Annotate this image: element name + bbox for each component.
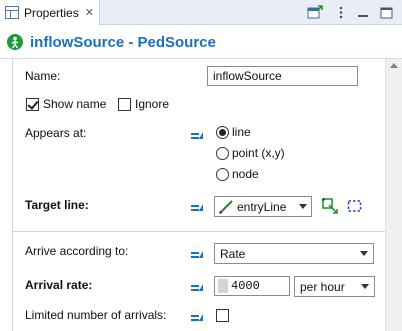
- target-line-value: entryLine: [237, 199, 287, 214]
- limited-arrivals-label: Limited number of arrivals:: [25, 308, 167, 322]
- scroll-up-icon[interactable]: [390, 63, 398, 68]
- maximize-button[interactable]: [378, 4, 394, 21]
- arrival-rate-value: 4000: [231, 279, 260, 293]
- radio-node[interactable]: [216, 168, 229, 181]
- line-shape-icon: [219, 199, 233, 214]
- dashed-selection-icon: [347, 200, 362, 212]
- ignore-checkbox[interactable]: [118, 98, 131, 111]
- minimize-icon: [358, 14, 368, 17]
- name-field[interactable]: inflowSource: [207, 66, 358, 86]
- static-value-icon[interactable]: [191, 201, 203, 211]
- tab-properties[interactable]: Properties ✕: [0, 0, 100, 25]
- vertical-scrollbar[interactable]: [385, 59, 402, 331]
- section-divider: [13, 231, 386, 232]
- arrive-according-dropdown[interactable]: Rate: [214, 243, 374, 264]
- pedestrian-icon: [7, 34, 23, 50]
- ignore-label: Ignore: [135, 97, 170, 111]
- chevron-down-icon: [361, 284, 369, 289]
- radio-line-label: line: [232, 125, 251, 139]
- show-name-label: Show name: [43, 97, 107, 111]
- static-value-icon[interactable]: [191, 281, 203, 291]
- vertical-dots-icon: [339, 6, 343, 19]
- select-area-button[interactable]: [347, 199, 363, 215]
- rate-unit-value: per hour: [300, 279, 345, 294]
- limited-arrivals-checkbox[interactable]: [216, 309, 229, 322]
- radio-point[interactable]: [216, 147, 229, 160]
- tab-bar: Properties ✕: [0, 0, 402, 25]
- radio-node-label: node: [232, 167, 259, 181]
- chevron-down-icon: [360, 251, 368, 256]
- static-value-icon[interactable]: [191, 311, 203, 321]
- radio-line[interactable]: [216, 126, 229, 139]
- view-menu-button[interactable]: [336, 4, 346, 21]
- rate-unit-dropdown[interactable]: per hour: [294, 276, 375, 297]
- show-name-checkbox[interactable]: [26, 98, 39, 111]
- radio-point-label: point (x,y): [232, 146, 285, 160]
- static-value-icon[interactable]: [191, 129, 203, 139]
- arrival-rate-field[interactable]: 4000: [214, 276, 290, 296]
- panel-title: inflowSource - PedSource: [30, 33, 216, 51]
- properties-form: Name: inflowSource Show name Ignore Appe…: [12, 59, 386, 331]
- chevron-down-icon: [299, 204, 307, 209]
- minimize-button[interactable]: [356, 4, 370, 21]
- target-line-dropdown[interactable]: entryLine: [214, 196, 312, 217]
- static-value-icon[interactable]: [191, 248, 203, 258]
- value-type-indicator: [218, 279, 228, 293]
- select-in-graph-button[interactable]: [322, 198, 338, 214]
- target-line-label: Target line:: [25, 198, 89, 212]
- appears-at-label: Appears at:: [25, 126, 87, 140]
- maximize-icon: [380, 7, 392, 18]
- arrive-according-label: Arrive according to:: [25, 244, 129, 258]
- properties-icon: [5, 6, 19, 19]
- name-label: Name:: [25, 69, 61, 83]
- new-view-button[interactable]: [306, 4, 324, 21]
- new-view-icon: [307, 5, 323, 19]
- close-icon[interactable]: ✕: [85, 6, 94, 19]
- arrive-according-value: Rate: [220, 246, 246, 261]
- tab-properties-label: Properties: [24, 5, 79, 20]
- pick-element-icon: [322, 198, 338, 214]
- arrival-rate-label: Arrival rate:: [25, 278, 93, 292]
- panel-title-row: inflowSource - PedSource: [0, 26, 402, 59]
